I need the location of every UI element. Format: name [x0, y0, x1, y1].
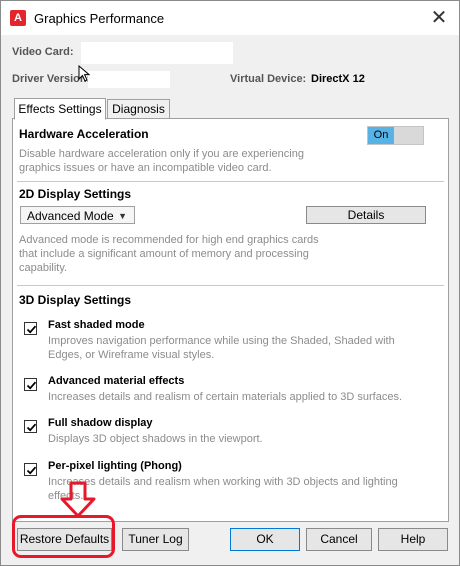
graphics-performance-dialog: A Graphics Performance ✕ Video Card: Dri…: [0, 0, 460, 566]
checkmark-icon: [26, 325, 37, 334]
section-divider: [17, 285, 444, 286]
full-shadow-display-desc-1: Displays 3D object shadows in the viewpo…: [48, 433, 263, 445]
fast-shaded-mode-desc-2: Edges, or Wireframe visual styles.: [48, 349, 215, 361]
advanced-material-effects-desc-1: Increases details and realism of certain…: [48, 391, 403, 403]
advanced-material-effects-title: Advanced material effects: [48, 375, 185, 387]
details-button[interactable]: Details: [306, 206, 426, 224]
cancel-button[interactable]: Cancel: [306, 528, 372, 551]
tuner-log-button[interactable]: Tuner Log: [122, 528, 189, 551]
annotation-arrow-icon: [60, 481, 96, 518]
per-pixel-lighting-checkbox[interactable]: [24, 463, 37, 476]
checkmark-icon: [26, 466, 37, 475]
2d-display-desc-1: Advanced mode is recommended for high en…: [19, 234, 319, 246]
3d-display-settings-title: 3D Display Settings: [19, 293, 132, 307]
hardware-acceleration-desc-2: graphics issues or have an incompatible …: [19, 162, 272, 174]
2d-display-settings-title: 2D Display Settings: [19, 187, 132, 201]
section-divider: [17, 181, 444, 182]
full-shadow-display-title: Full shadow display: [48, 417, 153, 429]
mouse-cursor-icon: [78, 65, 90, 82]
toggle-on-label: On: [368, 127, 394, 144]
tab-effects-settings[interactable]: Effects Settings: [14, 98, 106, 120]
2d-display-desc-3: capability.: [19, 262, 68, 274]
full-shadow-display-checkbox[interactable]: [24, 420, 37, 433]
window-title: Graphics Performance: [34, 11, 165, 26]
fast-shaded-mode-desc-1: Improves navigation performance while us…: [48, 335, 395, 347]
2d-mode-selected: Advanced Mode: [27, 209, 114, 223]
hardware-acceleration-toggle[interactable]: On: [367, 126, 424, 145]
per-pixel-lighting-desc-1: Increases details and realism when worki…: [48, 476, 398, 488]
video-card-value: [81, 42, 233, 64]
help-button[interactable]: Help: [378, 528, 448, 551]
per-pixel-lighting-title: Per-pixel lighting (Phong): [48, 460, 182, 472]
annotation-highlight-box: [12, 515, 115, 558]
close-icon: ✕: [430, 7, 448, 29]
effects-settings-panel: Hardware Acceleration On Disable hardwar…: [12, 118, 449, 522]
advanced-material-effects-checkbox[interactable]: [24, 378, 37, 391]
virtual-device-label: Virtual Device:: [230, 73, 307, 85]
hardware-acceleration-title: Hardware Acceleration: [19, 127, 149, 141]
autocad-app-icon: A: [10, 10, 26, 26]
close-button[interactable]: ✕: [419, 1, 459, 35]
2d-mode-dropdown[interactable]: Advanced Mode ▼: [20, 206, 135, 224]
driver-version-value: [88, 71, 170, 88]
fast-shaded-mode-checkbox[interactable]: [24, 322, 37, 335]
video-card-label: Video Card:: [12, 46, 74, 58]
chevron-down-icon: ▼: [118, 211, 127, 221]
title-bar: A Graphics Performance ✕: [1, 1, 459, 35]
checkmark-icon: [26, 423, 37, 432]
checkmark-icon: [26, 381, 37, 390]
virtual-device-value: DirectX 12: [311, 73, 365, 85]
hardware-acceleration-desc-1: Disable hardware acceleration only if yo…: [19, 148, 304, 160]
fast-shaded-mode-title: Fast shaded mode: [48, 319, 145, 331]
2d-display-desc-2: that include a significant amount of mem…: [19, 248, 309, 260]
tab-diagnosis[interactable]: Diagnosis: [107, 99, 170, 119]
ok-button[interactable]: OK: [230, 528, 300, 551]
